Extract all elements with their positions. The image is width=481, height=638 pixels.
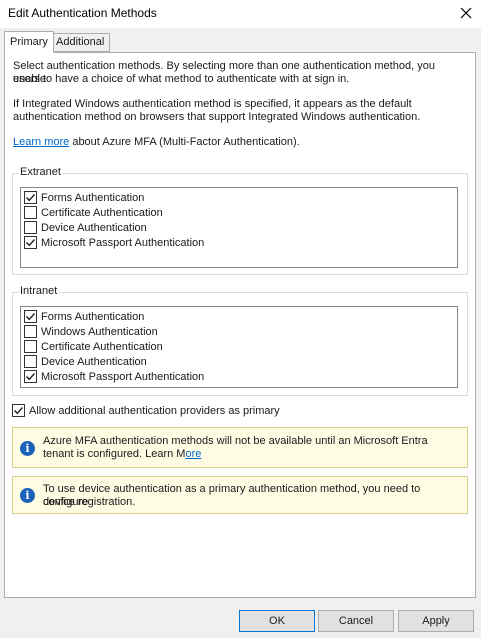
extranet-checkbox-microsoft-passport-authentication[interactable]: [24, 236, 37, 249]
checkmark-icon: [14, 407, 24, 415]
cancel-button[interactable]: Cancel: [318, 610, 394, 632]
learn-more-line: Learn more about Azure MFA (Multi-Factor…: [13, 136, 465, 149]
extranet-item-microsoft-passport-authentication[interactable]: Microsoft Passport Authentication: [24, 235, 204, 250]
extranet-checkbox-forms-authentication[interactable]: [24, 191, 37, 204]
intranet-item-label: Certificate Authentication: [41, 340, 163, 353]
extranet-item-label: Device Authentication: [41, 221, 147, 234]
intro-text-line2: users to have a choice of what method to…: [13, 73, 350, 85]
intranet-item-certificate-authentication[interactable]: Certificate Authentication: [24, 339, 163, 354]
azure-mfa-info-line1: Azure MFA authentication methods will no…: [43, 435, 428, 447]
extranet-methods-list[interactable]: Forms Authentication Certificate Authenti…: [20, 187, 458, 268]
apply-button[interactable]: Apply: [398, 610, 474, 632]
checkmark-icon: [26, 194, 36, 202]
allow-additional-label: Allow additional authentication provider…: [29, 404, 280, 417]
allow-additional-checkbox-row[interactable]: Allow additional authentication provider…: [12, 404, 280, 417]
intranet-item-forms-authentication[interactable]: Forms Authentication: [24, 309, 144, 324]
extranet-item-forms-authentication[interactable]: Forms Authentication: [24, 190, 144, 205]
window-title: Edit Authentication Methods: [8, 6, 157, 20]
azure-mfa-info-line2: tenant is configured. Learn More: [43, 448, 463, 461]
info-icon: i: [20, 441, 35, 456]
azure-mfa-info-box: i Azure MFA authentication methods will …: [12, 427, 468, 468]
intranet-checkbox-windows-authentication[interactable]: [24, 325, 37, 338]
intro-text-line4: authentication method on browsers that s…: [13, 111, 421, 123]
intranet-item-label: Microsoft Passport Authentication: [41, 370, 205, 383]
ok-button[interactable]: OK: [239, 610, 315, 632]
intro-text-line3: If Integrated Windows authentication met…: [13, 98, 412, 110]
checkmark-icon: [26, 373, 36, 381]
tab-additional[interactable]: Additional: [50, 33, 111, 52]
intranet-checkbox-microsoft-passport-authentication[interactable]: [24, 370, 37, 383]
extranet-item-label: Forms Authentication: [41, 191, 145, 204]
intranet-item-device-authentication[interactable]: Device Authentication: [24, 354, 147, 369]
intranet-item-windows-authentication[interactable]: Windows Authentication: [24, 324, 158, 339]
intranet-group-label: Intranet: [19, 285, 59, 297]
intranet-item-label: Windows Authentication: [41, 325, 158, 338]
close-button[interactable]: [452, 0, 480, 26]
checkmark-icon: [26, 239, 36, 247]
intranet-item-label: Device Authentication: [41, 355, 147, 368]
tab-primary[interactable]: Primary: [4, 31, 54, 53]
intranet-checkbox-device-authentication[interactable]: [24, 355, 37, 368]
extranet-checkbox-device-authentication[interactable]: [24, 221, 37, 234]
close-icon: [460, 7, 472, 19]
intranet-checkbox-certificate-authentication[interactable]: [24, 340, 37, 353]
azure-mfa-info-line2-text: tenant is configured. Learn M: [43, 448, 186, 460]
intranet-item-microsoft-passport-authentication[interactable]: Microsoft Passport Authentication: [24, 369, 204, 384]
intranet-methods-list[interactable]: Forms Authentication Windows Authenticati…: [20, 306, 458, 388]
extranet-item-device-authentication[interactable]: Device Authentication: [24, 220, 147, 235]
info-icon: i: [20, 488, 35, 503]
extranet-group-label: Extranet: [19, 166, 62, 178]
extranet-item-label: Microsoft Passport Authentication: [41, 236, 205, 249]
device-info-line2: device registration.: [43, 496, 136, 508]
extranet-checkbox-certificate-authentication[interactable]: [24, 206, 37, 219]
learn-more-entra-link[interactable]: ore: [185, 448, 201, 460]
intranet-item-label: Forms Authentication: [41, 310, 145, 323]
intranet-checkbox-forms-authentication[interactable]: [24, 310, 37, 323]
learn-more-link[interactable]: Learn more: [13, 136, 69, 148]
extranet-item-label: Certificate Authentication: [41, 206, 163, 219]
extranet-item-certificate-authentication[interactable]: Certificate Authentication: [24, 205, 163, 220]
device-registration-info-box: i To use device authentication as a prim…: [12, 476, 468, 514]
checkmark-icon: [26, 313, 36, 321]
allow-additional-checkbox[interactable]: [12, 404, 25, 417]
learn-more-text: about Azure MFA (Multi-Factor Authentica…: [69, 136, 300, 148]
